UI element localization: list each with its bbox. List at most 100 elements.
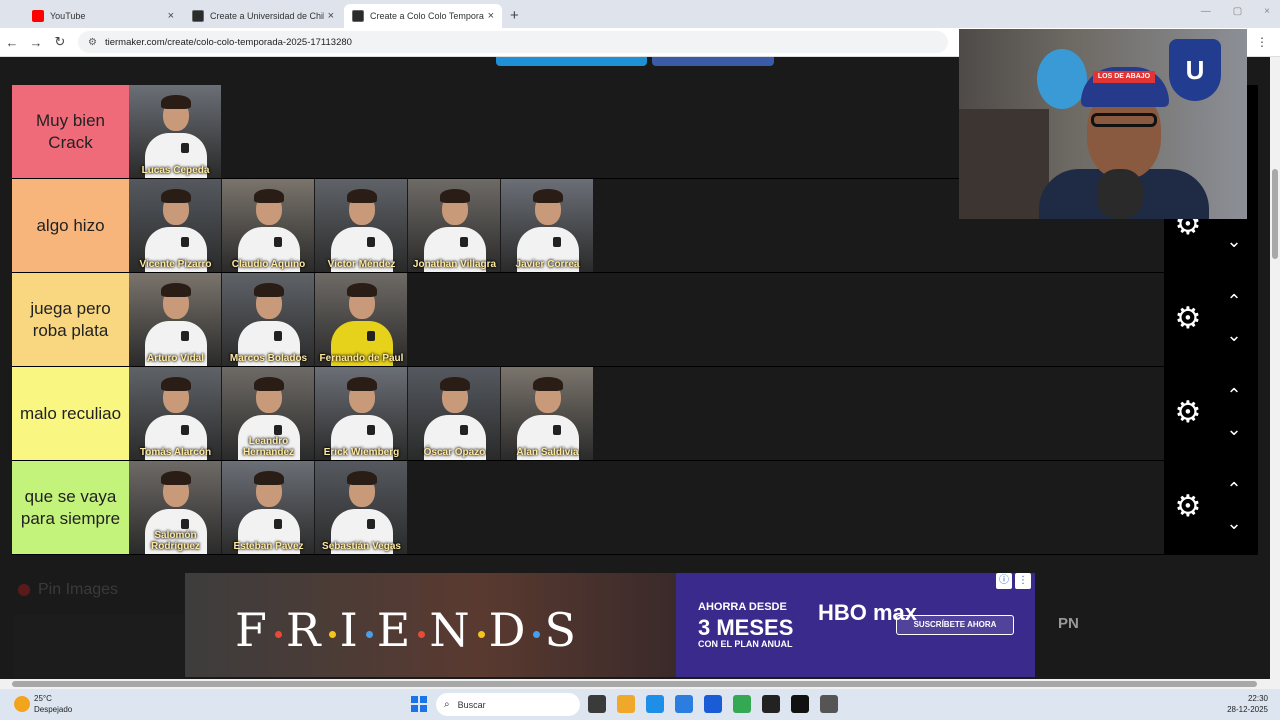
advertisement-banner[interactable]: FRIENDS AHORRA DESDE 3 MESES CON EL PLAN… [185, 573, 1035, 677]
club-crest-icon [181, 425, 189, 435]
tier-label[interactable]: juega pero roba plata [12, 273, 129, 366]
taskbar-app-icon[interactable] [704, 695, 722, 713]
glasses [1091, 113, 1157, 127]
club-crest-icon [274, 425, 282, 435]
player-card[interactable]: Salomón Rodríguez [129, 461, 222, 554]
taskbar-app-icon[interactable] [733, 695, 751, 713]
player-card[interactable]: Arturo Vidal [129, 273, 222, 366]
tier-label[interactable]: malo reculiao [12, 367, 129, 460]
friends-logo: FRIENDS [235, 603, 580, 657]
top-action-button[interactable] [652, 57, 774, 66]
chevron-down-icon[interactable]: ⌄ [1222, 513, 1246, 533]
clock-date: 28-12-2025 [1227, 705, 1268, 714]
player-card[interactable]: Esteban Pavez [222, 461, 315, 554]
player-card[interactable]: Víctor Méndez [315, 179, 408, 272]
taskbar-app-icon[interactable] [820, 695, 838, 713]
taskbar-app-icon[interactable] [646, 695, 664, 713]
taskbar-app-icon[interactable] [762, 695, 780, 713]
chevron-down-icon[interactable]: ⌄ [1222, 325, 1246, 345]
player-card[interactable]: Javier Correa [501, 179, 594, 272]
youtube-icon [32, 10, 44, 22]
friends-dot [477, 630, 485, 638]
ad-more-icon[interactable]: ⋮ [1015, 573, 1031, 589]
scroll-thumb[interactable] [12, 681, 1257, 687]
friends-letter: N [429, 603, 474, 657]
tier-controls: ⚙ ⌃ ⌄ [1164, 367, 1258, 460]
subscribe-button[interactable]: SUSCRÍBETE AHORA [896, 615, 1014, 635]
reload-button[interactable]: ↻ [48, 34, 72, 50]
vertical-scrollbar[interactable] [1270, 57, 1280, 679]
gear-icon[interactable]: ⚙ [1172, 491, 1204, 523]
player-card[interactable]: Vicente Pizarro [129, 179, 222, 272]
player-card[interactable]: Leandro Hernandez [222, 367, 315, 460]
tab-universidad-de-chile[interactable]: Create a Universidad de Chile T × [184, 4, 342, 28]
tiermaker-icon [192, 10, 204, 22]
tab-label: Create a Universidad de Chile T [210, 11, 324, 21]
taskbar-app-icon[interactable] [791, 695, 809, 713]
windows-start-icon[interactable] [411, 696, 427, 712]
player-card[interactable]: Marcos Bolados [222, 273, 315, 366]
ad-info-icon[interactable]: ⓘ [996, 573, 1012, 589]
back-button[interactable]: ← [0, 35, 24, 50]
scroll-thumb[interactable] [1272, 169, 1278, 259]
ad-info-controls: ⓘ ⋮ [996, 573, 1032, 589]
friends-letter: I [339, 603, 362, 657]
player-card[interactable]: Lucas Cepeda [129, 85, 222, 178]
friends-letter: R [285, 603, 325, 657]
player-name: Tomás Alarcón [139, 447, 212, 458]
player-card[interactable]: Erick Wiemberg [315, 367, 408, 460]
horizontal-scrollbar[interactable] [0, 679, 1280, 689]
close-window-button[interactable]: × [1264, 6, 1270, 17]
tab-youtube[interactable]: YouTube × [24, 4, 182, 28]
chevron-up-icon[interactable]: ⌃ [1222, 291, 1246, 311]
player-hair [254, 471, 284, 485]
url-input[interactable]: ⚙ tiermaker.com/create/colo-colo-tempora… [78, 31, 948, 53]
player-hair [161, 95, 191, 109]
player-hair [440, 189, 470, 203]
taskbar-search[interactable]: ⌕ Buscar [436, 693, 580, 716]
taskbar-app-icon[interactable] [588, 695, 606, 713]
system-clock[interactable]: 22:30 28-12-2025 [1227, 693, 1268, 715]
close-icon[interactable]: × [328, 10, 334, 22]
close-icon[interactable]: × [168, 10, 174, 22]
plush-toy [1037, 49, 1087, 109]
player-card[interactable]: Sebastián Vegas [315, 461, 408, 554]
player-name: Esteban Pavez [233, 541, 304, 552]
player-card[interactable]: Claudio Aquino [222, 179, 315, 272]
player-card[interactable]: Tomás Alarcón [129, 367, 222, 460]
club-crest-icon [181, 143, 189, 153]
player-card[interactable]: Óscar Opazo [408, 367, 501, 460]
friends-dot [328, 630, 336, 638]
tier-label[interactable]: que se vaya para siempre [12, 461, 129, 554]
chevron-up-icon[interactable]: ⌃ [1222, 479, 1246, 499]
forward-button[interactable]: → [24, 35, 48, 50]
maximize-button[interactable]: ▢ [1233, 6, 1242, 17]
player-card[interactable]: Jonathan Villagra [408, 179, 501, 272]
taskbar-app-icon[interactable] [675, 695, 693, 713]
minimize-button[interactable]: — [1201, 6, 1211, 17]
top-action-button[interactable] [496, 57, 647, 66]
new-tab-button[interactable]: + [510, 4, 519, 28]
site-info-icon[interactable]: ⚙ [88, 37, 97, 48]
club-crest-icon [181, 237, 189, 247]
player-card[interactable]: Alan Saldivia [501, 367, 594, 460]
player-name: Lucas Cepeda [141, 165, 210, 176]
browser-menu-icon[interactable]: ⋮ [1256, 35, 1268, 49]
gear-icon[interactable]: ⚙ [1172, 303, 1204, 335]
tab-colo-colo[interactable]: Create a Colo Colo Temporada × [344, 4, 502, 28]
pin-images-toggle[interactable]: Pin Images [18, 581, 118, 599]
tier-label[interactable]: Muy bien Crack [12, 85, 129, 178]
player-hair [161, 471, 191, 485]
weather-widget[interactable]: 25°C Despejado [14, 693, 72, 715]
friends-letter: S [544, 603, 580, 657]
gear-icon[interactable]: ⚙ [1172, 397, 1204, 429]
microphone [1097, 169, 1143, 219]
chevron-down-icon[interactable]: ⌄ [1222, 231, 1246, 251]
close-icon[interactable]: × [488, 10, 494, 22]
taskbar-app-icon[interactable] [617, 695, 635, 713]
tier-label[interactable]: algo hizo [12, 179, 129, 272]
chevron-down-icon[interactable]: ⌄ [1222, 419, 1246, 439]
chevron-up-icon[interactable]: ⌃ [1222, 385, 1246, 405]
club-crest-icon [553, 237, 561, 247]
player-card[interactable]: Fernando de Paul [315, 273, 408, 366]
